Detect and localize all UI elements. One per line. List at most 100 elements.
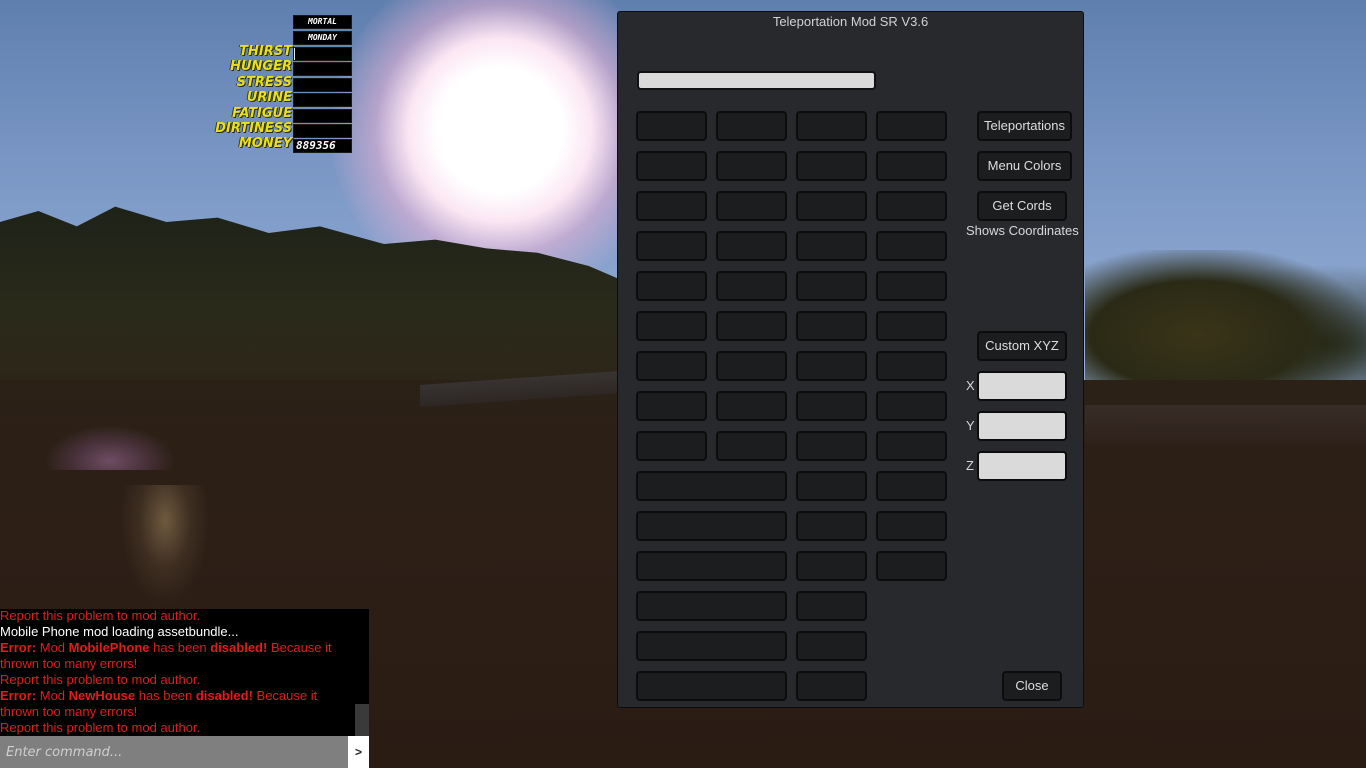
- hud-money-value: 889356: [293, 139, 352, 153]
- console-info-line: Mobile Phone mod loading assetbundle...: [0, 624, 239, 639]
- console-scrollbar[interactable]: [355, 704, 369, 736]
- x-coord-label: X: [966, 378, 975, 393]
- hud-stat-label: THIRST: [239, 44, 292, 59]
- hud-money-label: MONEY: [238, 136, 292, 151]
- flower-bush: [45, 425, 175, 470]
- console-error-line: Report this problem to mod author.: [0, 672, 201, 687]
- hud-stat-label: HUNGER: [230, 59, 292, 75]
- hud-stat-stress: STRESS: [200, 75, 352, 92]
- hud-stat-label: FATIGUE: [232, 105, 292, 121]
- teleport-slot-button[interactable]: [796, 391, 867, 421]
- hud-stat-bar: [293, 93, 352, 108]
- teleport-slot-button[interactable]: [796, 111, 867, 141]
- console-error-line: Report this problem to mod author.: [0, 720, 201, 735]
- teleport-slot-button[interactable]: [796, 431, 867, 461]
- teleport-slot-button[interactable]: [636, 471, 787, 501]
- teleport-slot-button[interactable]: [636, 151, 707, 181]
- teleport-slot-button[interactable]: [876, 391, 947, 421]
- hud-stat-label: DIRTINESS: [215, 121, 292, 136]
- teleport-slot-button[interactable]: [716, 231, 787, 261]
- teleport-slot-button[interactable]: [636, 591, 787, 621]
- teleport-slot-button[interactable]: [796, 151, 867, 181]
- get-cords-button[interactable]: Get Cords: [977, 191, 1067, 221]
- console-error-line: Report this problem to mod author.: [0, 608, 201, 623]
- hud-stat-hunger: HUNGER: [200, 59, 352, 77]
- hud-stat-bar: [293, 62, 352, 77]
- teleport-slot-button[interactable]: [876, 311, 947, 341]
- teleport-slot-button[interactable]: [716, 311, 787, 341]
- teleportations-button[interactable]: Teleportations: [977, 111, 1072, 141]
- hud-stat-bar: [293, 108, 352, 123]
- teleport-slot-button[interactable]: [636, 191, 707, 221]
- hud-stat-bar: [293, 47, 352, 61]
- hud-stat-label: URINE: [246, 90, 292, 106]
- weed-plant: [120, 485, 210, 605]
- command-submit-button[interactable]: >: [348, 736, 369, 768]
- teleport-slot-button[interactable]: [716, 391, 787, 421]
- teleport-slot-button[interactable]: [716, 111, 787, 141]
- teleport-slot-button[interactable]: [796, 511, 867, 541]
- teleport-slot-button[interactable]: [636, 311, 707, 341]
- hud-stat-bar: [293, 77, 352, 92]
- teleport-slot-button[interactable]: [636, 671, 787, 701]
- console-error-line: Error: Mod NewHouse has been disabled! B…: [0, 688, 318, 719]
- teleport-slot-button[interactable]: [636, 511, 787, 541]
- teleport-slot-button[interactable]: [796, 631, 867, 661]
- teleport-slot-button[interactable]: [716, 431, 787, 461]
- get-cords-hint: Shows Coordinates: [966, 223, 1079, 238]
- teleport-slot-button[interactable]: [636, 631, 787, 661]
- hud-stat-urine: URINE: [200, 90, 352, 108]
- teleport-slot-button[interactable]: [876, 111, 947, 141]
- teleport-slot-button[interactable]: [876, 191, 947, 221]
- custom-xyz-button[interactable]: Custom XYZ: [977, 331, 1067, 361]
- teleport-slot-button[interactable]: [796, 191, 867, 221]
- z-coord-label: Z: [966, 458, 974, 473]
- teleport-slot-button[interactable]: [876, 551, 947, 581]
- teleport-slot-button[interactable]: [876, 151, 947, 181]
- window-title: Teleportation Mod SR V3.6: [772, 14, 929, 29]
- teleport-slot-button[interactable]: [716, 151, 787, 181]
- location-search-input[interactable]: [637, 71, 876, 90]
- teleport-slot-button[interactable]: [716, 271, 787, 301]
- teleport-slot-button[interactable]: [636, 351, 707, 381]
- teleport-slot-button[interactable]: [796, 231, 867, 261]
- hud-stat-thirst: THIRST: [200, 44, 352, 61]
- hud-day-badge: MONDAY: [293, 31, 352, 45]
- y-coord-input[interactable]: [977, 411, 1067, 441]
- dirt-road-right: [1085, 405, 1366, 445]
- teleport-slot-button[interactable]: [636, 551, 787, 581]
- teleport-slot-button[interactable]: [636, 111, 707, 141]
- console-error-line: Error: Mod MobilePhone has been disabled…: [0, 640, 332, 671]
- teleport-slot-button[interactable]: [876, 431, 947, 461]
- z-coord-input[interactable]: [977, 451, 1067, 481]
- teleport-slot-button[interactable]: [636, 271, 707, 301]
- teleport-slot-button[interactable]: [796, 271, 867, 301]
- close-button[interactable]: Close: [1002, 671, 1062, 701]
- teleport-slot-button[interactable]: [876, 351, 947, 381]
- command-input[interactable]: [0, 736, 348, 768]
- y-coord-label: Y: [966, 418, 975, 433]
- teleport-slot-button[interactable]: [876, 231, 947, 261]
- teleport-slot-button[interactable]: [796, 471, 867, 501]
- teleport-slot-button[interactable]: [716, 191, 787, 221]
- teleport-slot-button[interactable]: [796, 351, 867, 381]
- mod-console: Report this problem to mod author. Mobile…: [0, 608, 369, 736]
- console-log: Report this problem to mod author. Mobile…: [0, 608, 356, 736]
- teleport-slot-button[interactable]: [796, 591, 867, 621]
- teleport-slot-button[interactable]: [796, 551, 867, 581]
- teleport-slot-button[interactable]: [796, 311, 867, 341]
- teleport-slot-button[interactable]: [636, 391, 707, 421]
- menu-colors-button[interactable]: Menu Colors: [977, 151, 1072, 181]
- hud-money-row: MONEY 889356: [200, 136, 352, 153]
- x-coord-input[interactable]: [977, 371, 1067, 401]
- teleport-slot-button[interactable]: [876, 271, 947, 301]
- teleport-slot-button[interactable]: [876, 511, 947, 541]
- teleport-slot-button[interactable]: [716, 351, 787, 381]
- teleport-slot-button[interactable]: [876, 471, 947, 501]
- teleport-mod-window: Teleportation Mod SR V3.6 Teleportations…: [617, 11, 1084, 708]
- teleport-slot-button[interactable]: [636, 431, 707, 461]
- command-bar: >: [0, 736, 369, 768]
- hud-stat-bar: [293, 124, 352, 138]
- teleport-slot-button[interactable]: [796, 671, 867, 701]
- teleport-slot-button[interactable]: [636, 231, 707, 261]
